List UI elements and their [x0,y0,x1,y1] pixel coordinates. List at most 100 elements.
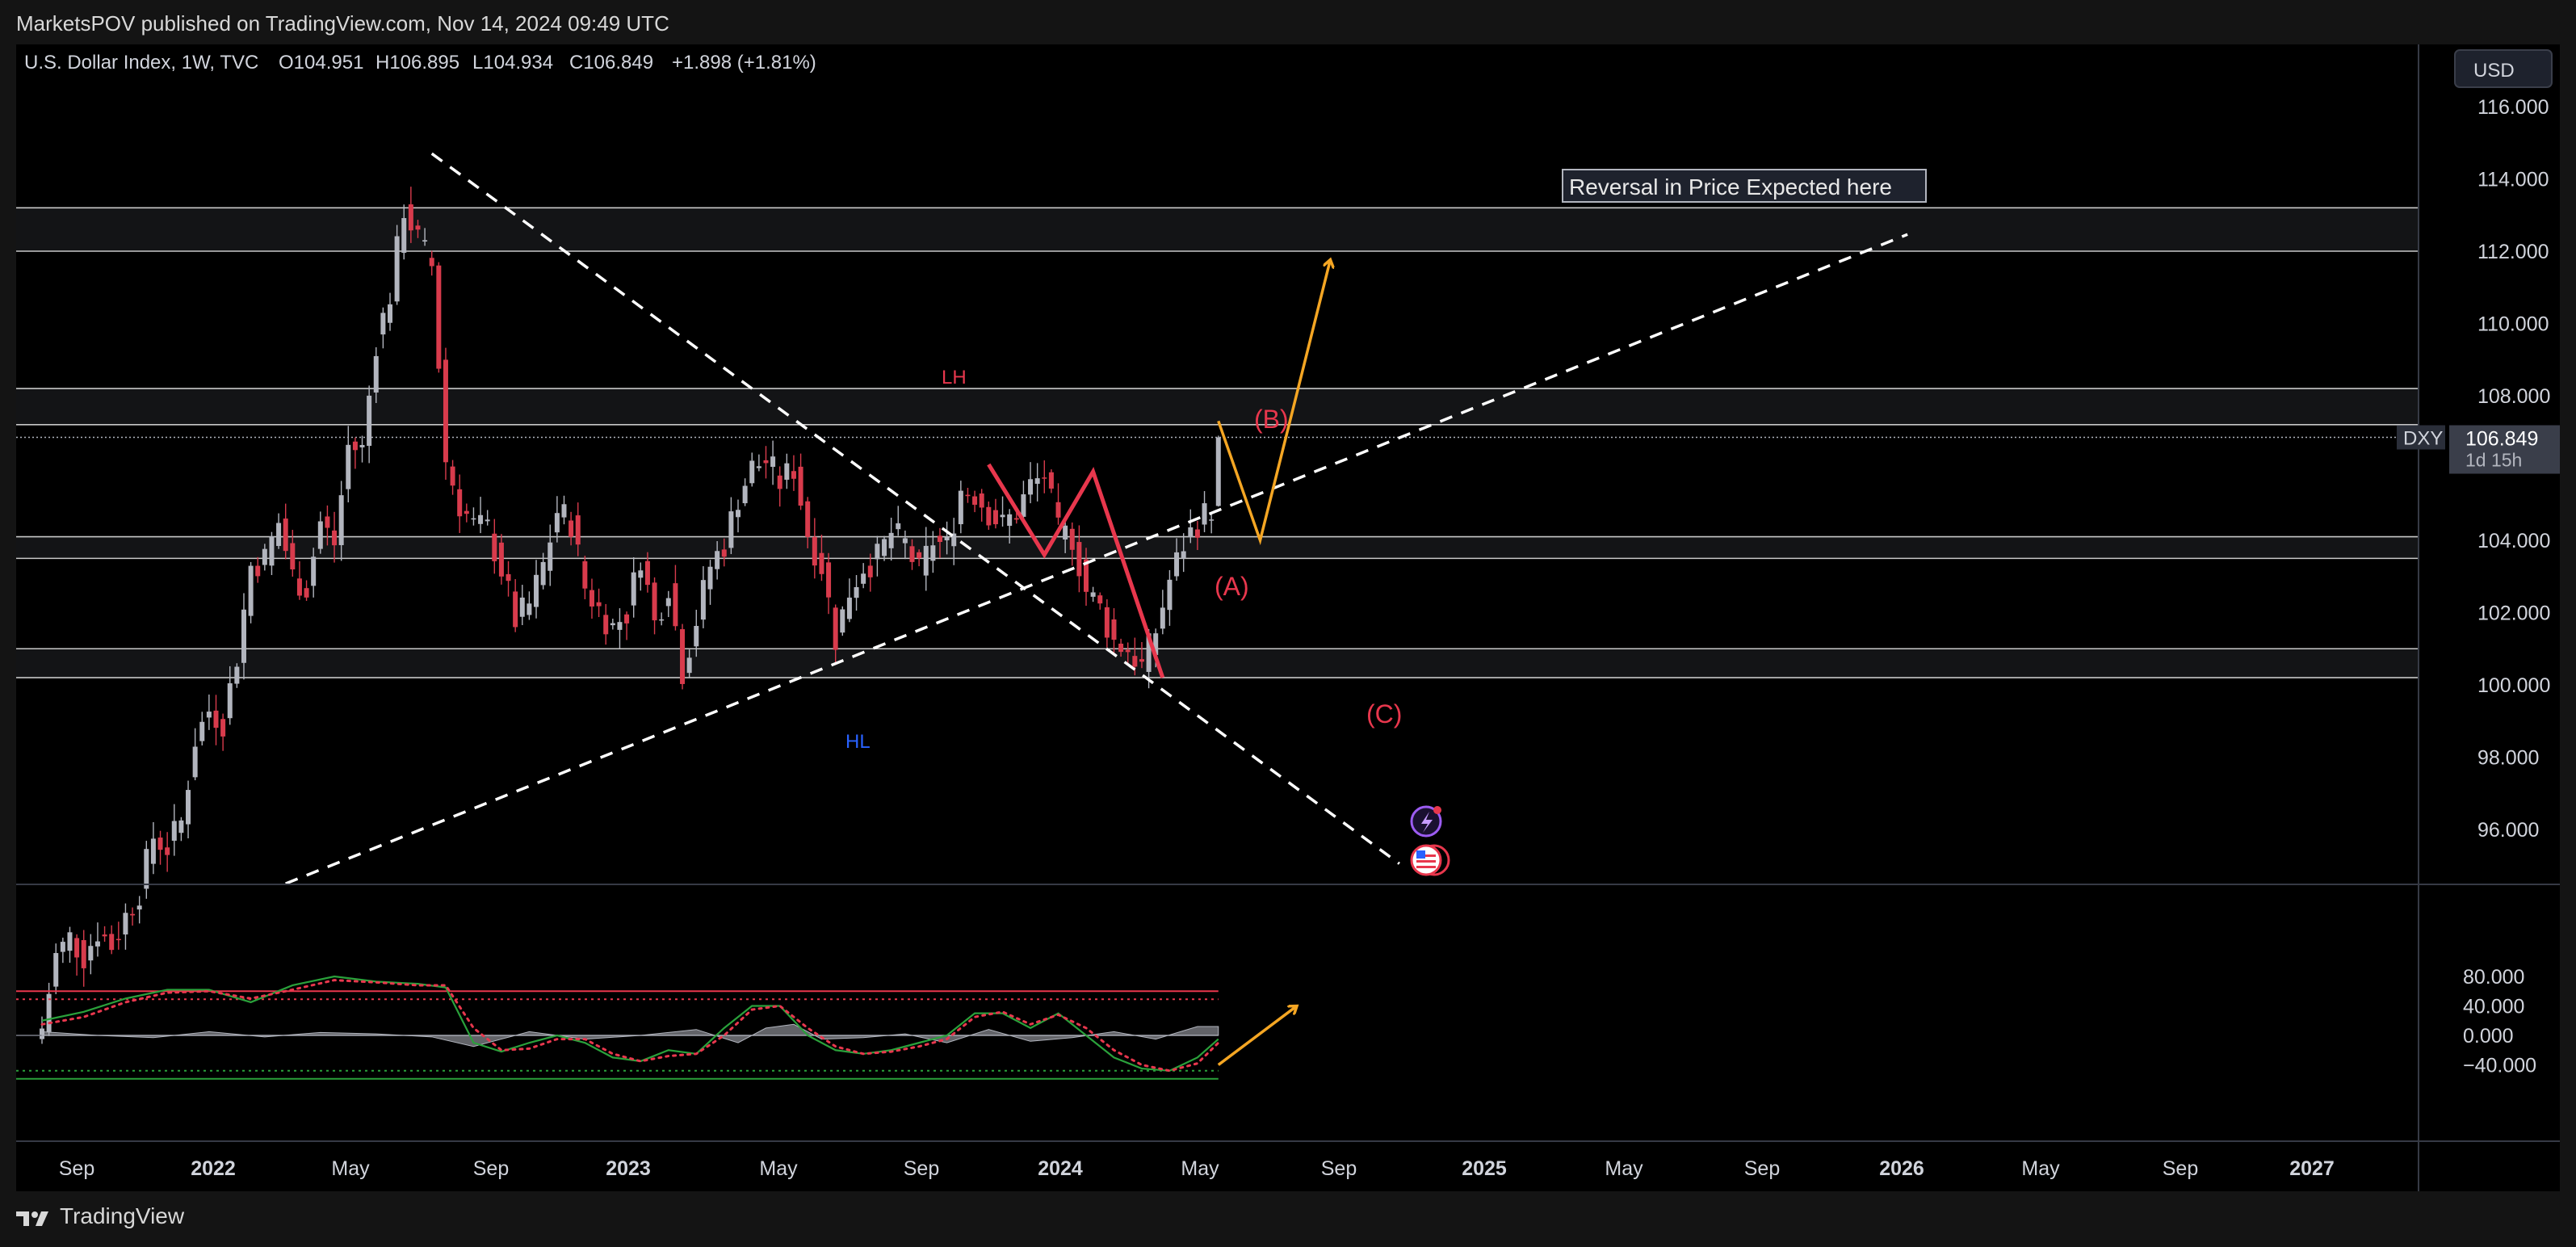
time-tick-label: 2022 [191,1157,236,1180]
candle-body [262,548,267,565]
candle-body [721,549,727,557]
candle-body [694,626,699,647]
candle-body [88,946,94,961]
candle-body [749,460,755,484]
candle-body [130,913,136,916]
time-tick-label: Sep [1321,1157,1357,1180]
candle-body [917,552,922,559]
lightning-event-icon[interactable] [1410,805,1442,838]
candle-body [415,225,421,230]
candle-body [1104,607,1110,638]
candle-body [443,359,448,463]
time-tick-label: Sep [904,1157,939,1180]
time-tick-label: May [1605,1157,1643,1180]
candle-body [833,607,838,650]
candle-body [861,573,866,584]
candle-body [972,496,978,505]
candle-body [680,629,686,684]
candle-body [422,240,428,242]
candle-body [527,603,532,615]
candle-body [638,570,644,578]
candle-body [1007,514,1013,527]
candle-body [67,932,73,951]
candle-body [763,460,769,464]
candle-body [1181,551,1186,559]
candle-body [192,746,198,778]
candle-body [728,511,734,548]
price-tick-label: 98.000 [2477,747,2539,770]
candle-body [867,565,873,577]
candle-body [534,574,539,607]
candle-body [283,519,288,552]
candle-body [74,938,80,958]
candle-body [485,519,490,522]
price-tick-label: 112.000 [2477,241,2549,263]
candle-body [1055,502,1061,518]
candle-body [756,466,761,468]
candle-body [199,721,205,741]
legend-symbol: U.S. Dollar Index, 1W, TVC [24,52,258,73]
legend-change: +1.898 (+1.81%) [672,52,816,73]
time-tick-label: May [1181,1157,1219,1180]
time-tick-label: Sep [473,1157,509,1180]
candle-body [1034,478,1040,485]
tradingview-logo[interactable]: TradingView [16,1203,184,1229]
candle-body [707,566,713,590]
label-hl: HL [845,731,871,753]
osc-tick-label: 80.000 [2463,966,2524,989]
candle-body [937,535,942,542]
candle-body [220,719,226,737]
candle-body [568,520,574,537]
candle-body [700,580,706,620]
candle-body [686,657,692,674]
candle-body [1118,643,1124,653]
candle-body [408,204,413,231]
time-tick-label: Sep [1744,1157,1780,1180]
price-zone-1 [16,208,2419,251]
publish-info: MarketsPOV published on TradingView.com,… [16,11,669,36]
candle-body [1042,477,1047,479]
candle-body [875,544,880,560]
legend-low: L104.934 [472,52,553,73]
price-tick-label: 116.000 [2477,96,2549,119]
candle-body [1000,514,1005,518]
reversal-note: Reversal in Price Expected here [1569,174,1892,199]
chart-svg[interactable]: 116.000 114.000 112.000 110.000 108.000 104.0… [16,44,2560,1191]
candle-body [631,572,636,606]
candle-body [359,444,365,447]
candle-body [736,510,740,518]
candle-body [144,849,149,889]
chart-frame[interactable]: 116.000 114.000 112.000 110.000 108.000 104.0… [16,44,2560,1191]
candle-body [777,475,782,489]
candle-body [213,710,219,728]
candle-body [290,543,296,570]
candle-body [269,536,275,566]
candle-body [610,623,615,626]
currency-label: USD [2473,60,2515,82]
candle-body [665,598,671,607]
price-zone-3 [16,536,2419,559]
candle-body [554,513,560,533]
candle-body [367,395,372,447]
candle-body [1215,437,1221,506]
candle-body [812,536,817,566]
price-tick-label: 114.000 [2477,169,2549,191]
price-zone-4 [16,649,2419,678]
candle-body [450,466,455,486]
candle-body [471,518,476,520]
price-badge-price: 106.849 [2465,428,2538,451]
candle-body [401,218,407,253]
label-wave-a: (A) [1215,572,1249,601]
candle-body [930,545,936,561]
candle-body [325,516,330,528]
candle-body [81,940,86,968]
candle-body [1160,607,1165,629]
candle-body [102,934,107,937]
candle-body [498,542,504,577]
candle-body [157,838,163,850]
candle-body [394,236,400,302]
candle-body [1063,525,1068,540]
candle-body [854,586,859,598]
candle-body [923,545,929,576]
tradingview-brand: TradingView [60,1203,185,1228]
